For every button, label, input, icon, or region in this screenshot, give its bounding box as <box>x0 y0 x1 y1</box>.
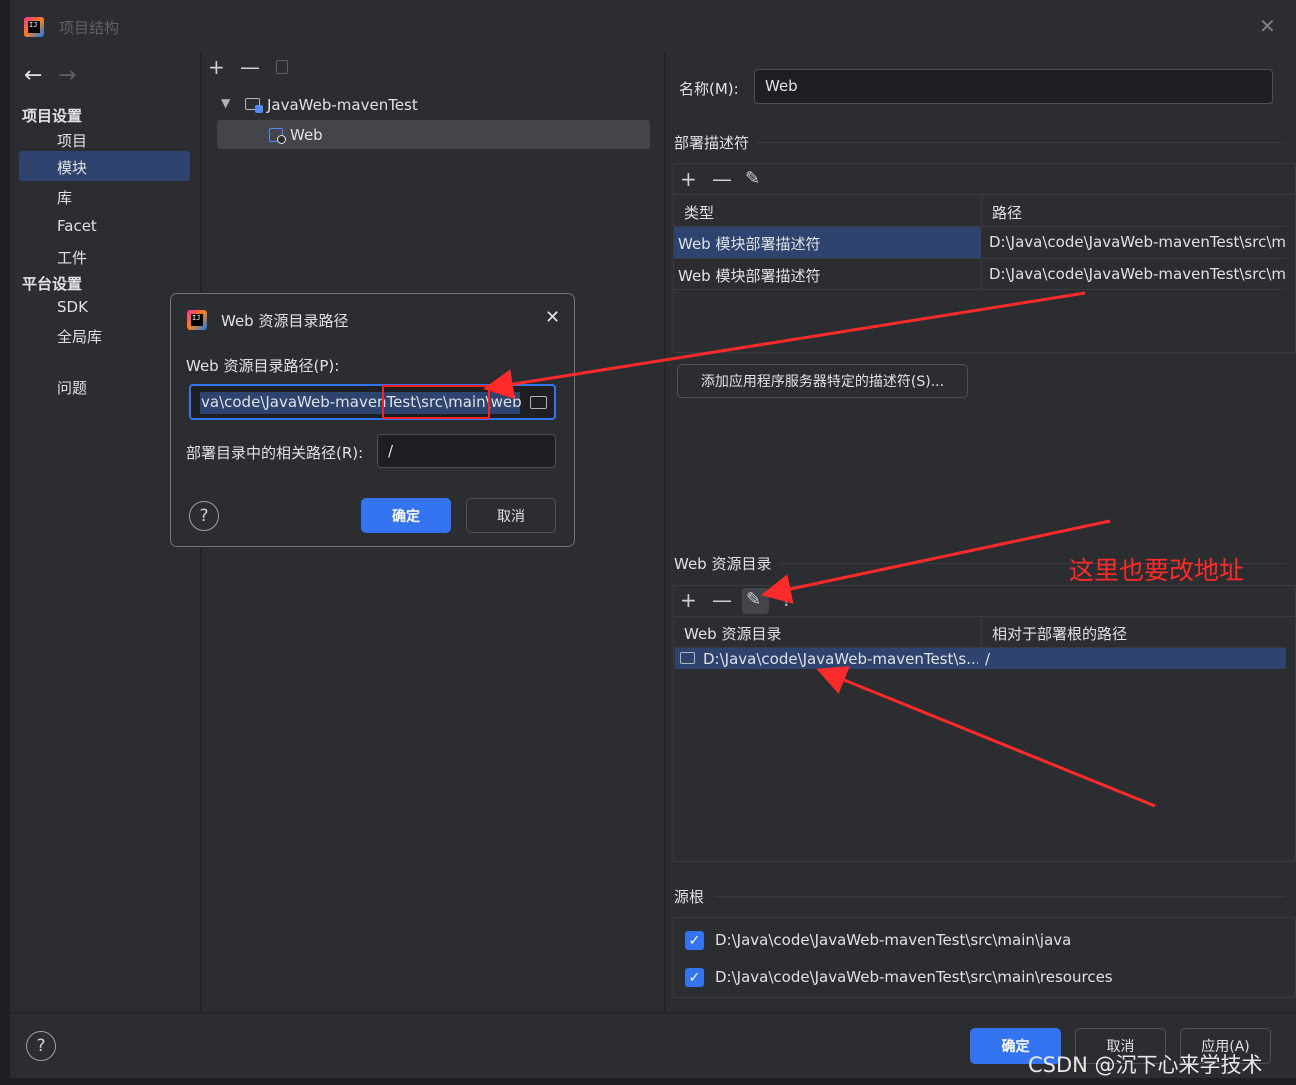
annotation-arrows <box>483 291 1156 808</box>
annotation-arrow <box>761 519 1111 604</box>
annotation-arrow <box>816 666 1156 808</box>
annotation-arrow <box>483 291 1086 400</box>
annotation-text: 这里也要改地址 <box>1069 556 1245 585</box>
watermark: CSDN @沉下心来学技术 <box>1028 1053 1263 1077</box>
